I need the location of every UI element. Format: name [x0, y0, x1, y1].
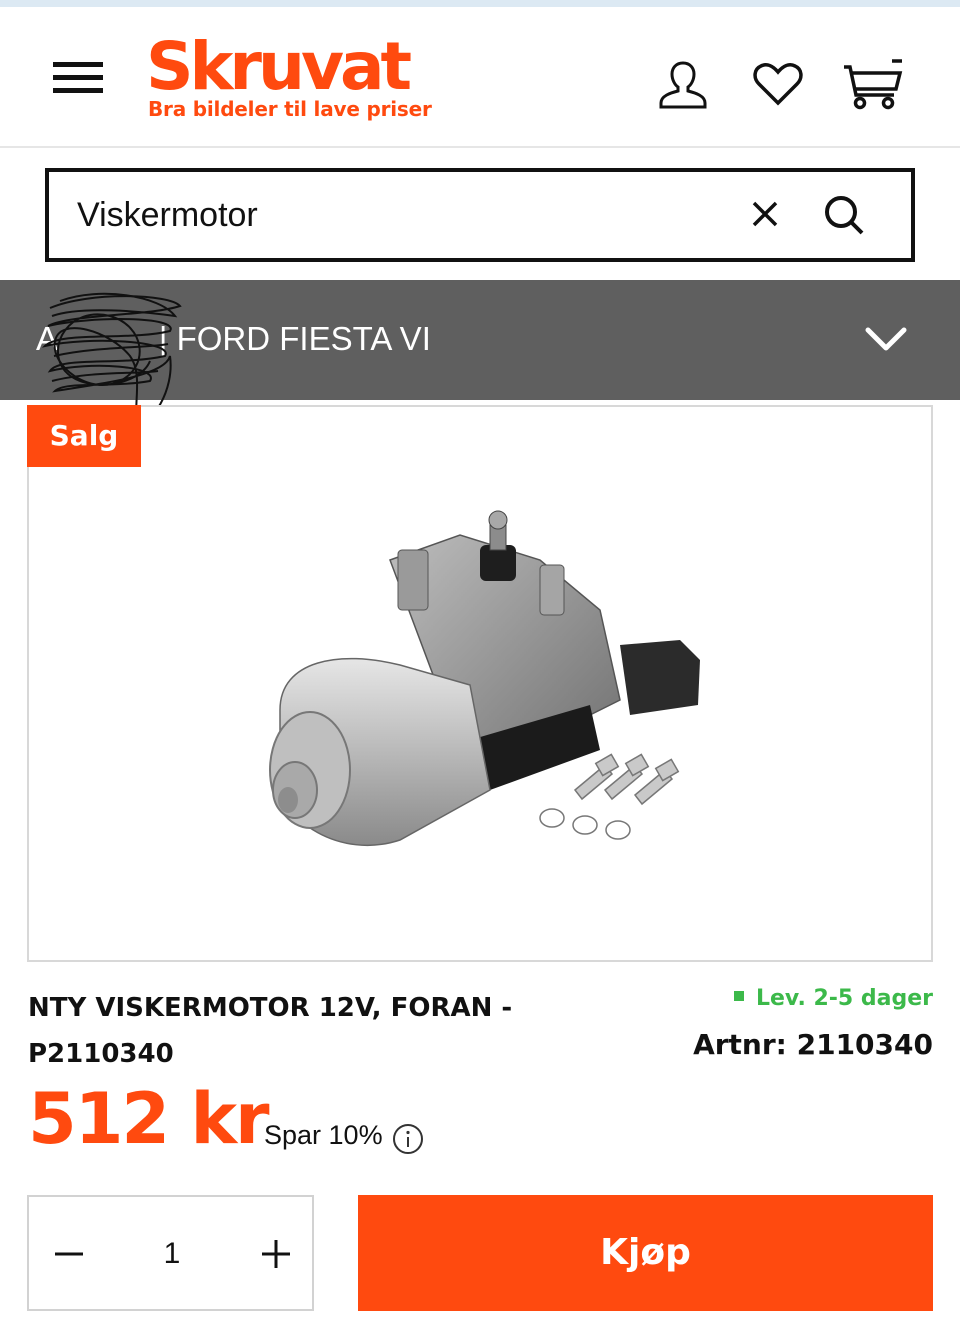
cart-icon[interactable] [842, 57, 904, 113]
stock-indicator-icon [733, 991, 744, 1001]
logo[interactable]: Skruvat Bra bildeler til lave priser [146, 29, 436, 129]
search-icon[interactable] [821, 192, 867, 238]
minus-icon[interactable] [49, 1231, 89, 1277]
product-title: NTY VISKERMOTOR 12V, FORAN - P2110340 [28, 993, 513, 1069]
quantity-stepper: 1 [27, 1195, 314, 1311]
site-header: Skruvat Bra bildeler til lave priser [0, 7, 960, 148]
delivery-status: Lev. 2-5 dager [733, 986, 933, 1011]
info-icon[interactable] [392, 1123, 424, 1155]
delivery-text: Lev. 2-5 dager [755, 986, 933, 1011]
top-strip [0, 0, 960, 7]
quantity-value[interactable]: 1 [129, 1231, 215, 1277]
search-input[interactable] [77, 190, 717, 240]
article-number: Artnr: 2110340 [693, 1028, 933, 1061]
chevron-down-icon[interactable] [864, 322, 908, 356]
logo-wordmark: Skruvat [146, 28, 412, 105]
menu-icon[interactable] [53, 60, 103, 96]
close-icon[interactable] [745, 194, 785, 234]
heart-icon[interactable] [750, 57, 806, 113]
product-image [269, 510, 700, 846]
sale-badge: Salg [27, 405, 141, 467]
search-box [45, 168, 915, 262]
saving-text: Spar 10% [264, 1120, 383, 1150]
logo-tagline: Bra bildeler til lave priser [148, 97, 432, 121]
product-price: 512 kr [28, 1078, 270, 1160]
user-icon[interactable] [655, 57, 711, 113]
buy-button[interactable]: Kjøp [358, 1195, 933, 1311]
plus-icon[interactable] [253, 1231, 299, 1277]
